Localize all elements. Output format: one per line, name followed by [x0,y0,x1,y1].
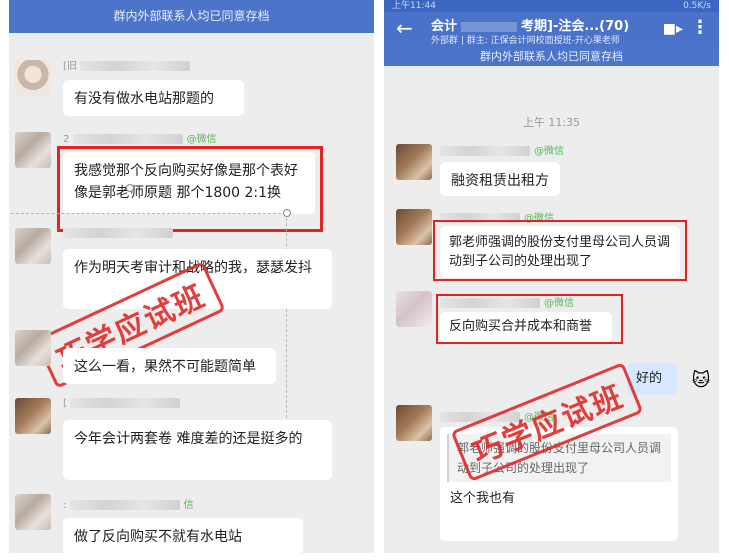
archive-notice: 群内外部联系人均已同意存档 [9,0,374,33]
message-bubble[interactable]: 融资租赁出租方 [440,162,560,196]
more-vertical-icon[interactable]: ⋮ [691,17,709,38]
chat-title: 会计 考期]-注会...(70) [431,19,630,34]
message-bubble[interactable]: 这么一看，果然不可能题简单 [63,348,276,384]
avatar[interactable] [15,228,51,264]
sticker-icon[interactable]: 🐱 [689,368,713,394]
right-chat-panel: 上午11:44 0.5K/s ← 会计 考期]-注会...(70) 外部群 | 群… [384,0,719,553]
avatar[interactable] [15,60,51,96]
message-bubble[interactable]: 反向购买合并成本和商誉 [440,312,612,342]
sender-name: @微信 [440,142,564,157]
avatar[interactable] [15,330,51,366]
avatar[interactable] [396,209,432,245]
selection-outline [286,213,287,423]
avatar[interactable] [15,494,51,530]
sender-name: @微信 [440,294,574,309]
avatar[interactable] [396,405,432,441]
archive-notice: 群内外部联系人均已同意存档 [384,47,719,66]
message-timestamp: 上午 11:35 [522,116,581,129]
message-bubble[interactable]: 有没有做水电站那题的 [63,80,244,116]
selection-handle[interactable] [126,184,134,192]
chat-header: ← 会计 考期]-注会...(70) 外部群 | 群主: 正保会计网校面授班-开心… [384,12,719,47]
avatar[interactable] [15,132,51,168]
sender-name: @微信 [440,209,554,224]
chat-subtitle: 外部群 | 群主: 正保会计网校面授班-开心果老师 [431,36,620,46]
avatar[interactable] [15,398,51,434]
sender-name: : 信 [63,500,194,511]
message-bubble[interactable]: 做了反向购买不就有水电站 [63,518,303,553]
arrow-left-icon[interactable]: ← [396,16,413,40]
message-bubble[interactable]: 我感觉那个反向购买好像是那个表好像是郭老师原题 那个1800 2:1换 [63,152,315,214]
status-bar: 上午11:44 0.5K/s [384,0,719,12]
avatar[interactable] [396,291,432,327]
selection-handle[interactable] [283,209,291,217]
sender-name: 2 @微信 [63,134,217,145]
avatar[interactable] [396,144,432,180]
video-icon[interactable]: ■▸ [663,21,683,37]
sender-name: [ [63,398,181,412]
status-network: 0.5K/s [683,1,711,11]
sender-name [63,228,173,242]
reply-text: 这个我也有 [450,491,516,506]
status-time: 上午11:44 [392,1,436,11]
message-bubble[interactable]: 郭老师强调的股份支付里母公司人员调动到子公司的处理出现了 [440,226,680,278]
message-bubble[interactable]: 今年会计两套卷 难度差的还是挺多的 [63,420,332,480]
sender-name: [旧 [63,57,191,72]
left-chat-panel: 群内外部联系人均已同意存档 [旧 有没有做水电站那题的 2 @微信 我感觉那个反… [9,0,374,553]
selection-outline [11,213,286,214]
